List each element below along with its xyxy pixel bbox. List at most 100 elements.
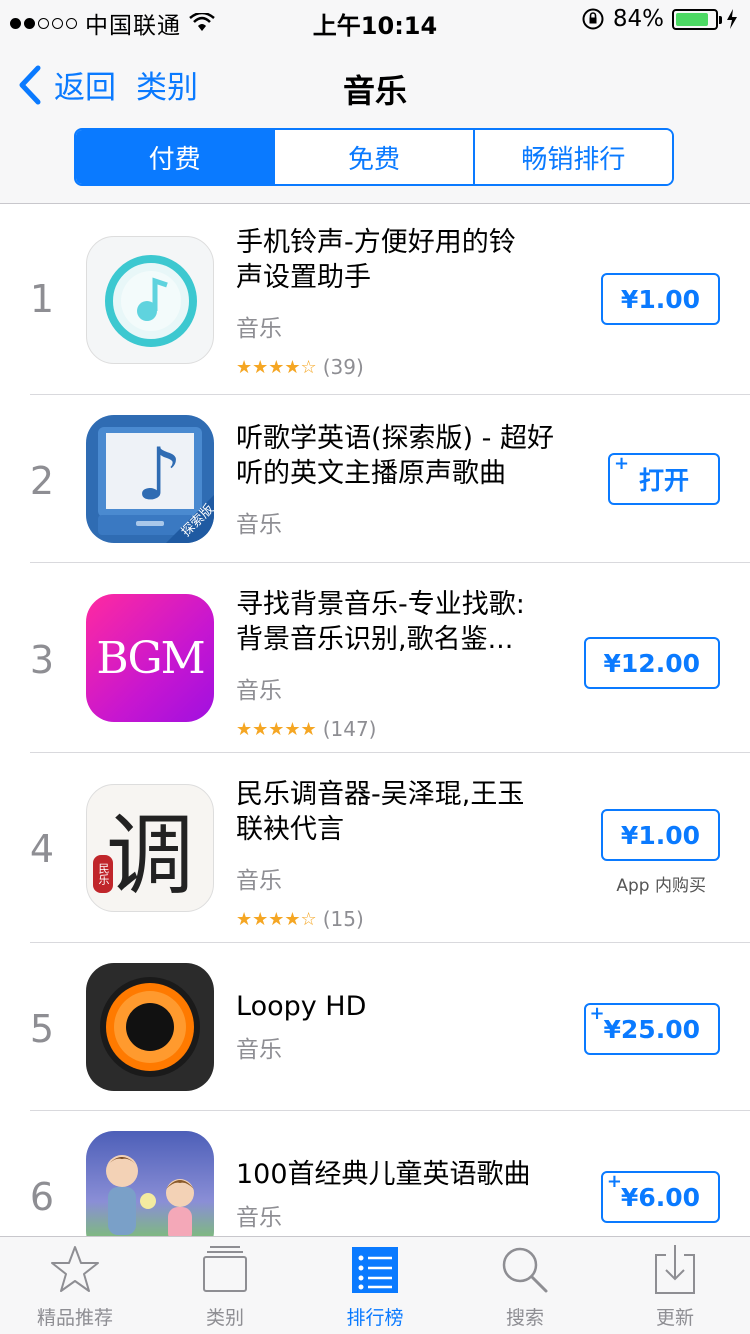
app-title-line2: 听的英文主播原声歌曲	[236, 458, 506, 489]
rating-stars: ★★★★☆	[236, 908, 317, 930]
search-icon	[502, 1247, 548, 1293]
tab-updates[interactable]: 更新	[600, 1237, 750, 1334]
list-item[interactable]: 1 手机铃声-方便好用的铃 声设置助手 音乐 ★★★★☆ (39) ¥1.00	[0, 205, 750, 395]
app-title-line1: 听歌学英语(探索版) - 超好	[236, 423, 554, 454]
app-title: 听歌学英语(探索版) - 超好 听的英文主播原声歌曲	[236, 421, 576, 491]
top-charts-icon	[352, 1247, 398, 1293]
app-icon-kids-songs[interactable]	[86, 1131, 214, 1236]
price-label: ¥12.00	[603, 648, 700, 678]
app-title: 手机铃声-方便好用的铃 声设置助手	[236, 225, 576, 295]
rating-stars: ★★★★☆	[236, 356, 317, 378]
app-category: 音乐	[236, 1205, 282, 1231]
app-title-line1: 100首经典儿童英语歌曲	[236, 1159, 531, 1190]
rating-stars: ★★★★★	[236, 718, 317, 740]
svg-text:♪: ♪	[136, 432, 182, 516]
seal-stamp: 民乐	[93, 855, 113, 893]
categories-icon	[203, 1246, 247, 1292]
list-item[interactable]: 5 Loopy HD 音乐 + ¥25.00	[0, 943, 750, 1111]
rating-count: (147)	[322, 717, 377, 741]
app-category: 音乐	[236, 512, 282, 538]
price-button[interactable]: ¥12.00	[583, 637, 720, 689]
list-item[interactable]: 4 调 民乐 民乐调音器-吴泽琨,王玉 联袂代言 音乐 ★★★★☆ (15) ¥…	[0, 753, 750, 943]
icon-text: 调	[105, 803, 194, 907]
tab-bar: 精品推荐 类别 排行榜 搜索 更新	[0, 1236, 750, 1334]
status-right: 84%	[581, 6, 738, 32]
segment-paid[interactable]: 付费	[76, 130, 276, 184]
tab-label: 更新	[655, 1307, 694, 1329]
app-icon-loopy[interactable]	[86, 963, 214, 1091]
tab-top-charts[interactable]: 排行榜	[300, 1237, 450, 1334]
plus-icon: +	[614, 453, 630, 474]
in-app-purchase-note: App 内购买	[616, 876, 706, 896]
app-info: 民乐调音器-吴泽琨,王玉 联袂代言 音乐 ★★★★☆ (15)	[236, 777, 576, 931]
rank-number: 3	[29, 638, 55, 682]
loop-ring-icon	[100, 977, 200, 1077]
rating-count: (15)	[322, 907, 364, 931]
app-icon-tuner[interactable]: 调 民乐	[86, 784, 214, 912]
icon-text: BGM	[96, 632, 205, 684]
charging-bolt-icon	[727, 9, 737, 29]
page-title: 音乐	[342, 72, 407, 110]
segment-top-grossing[interactable]: 畅销排行	[474, 130, 672, 184]
price-label: ¥25.00	[603, 1014, 700, 1044]
list-item[interactable]: 2 ♪ 探索版 听歌学英语(探索版) - 超好 听的英文主播原声歌曲 音乐 + …	[0, 395, 750, 563]
tab-featured[interactable]: 精品推荐	[0, 1237, 150, 1334]
price-button[interactable]: ¥1.00	[600, 273, 720, 325]
music-note-circle-icon	[105, 255, 197, 347]
app-icon-bgm[interactable]: BGM	[86, 594, 214, 722]
app-title: Loopy HD	[236, 989, 576, 1024]
app-title-line2: 声设置助手	[236, 262, 371, 293]
tab-label: 排行榜	[346, 1307, 404, 1329]
app-title-line2: 联袂代言	[236, 814, 344, 845]
price-button[interactable]: ¥1.00	[600, 809, 720, 861]
app-icon-english-songs[interactable]: ♪ 探索版	[86, 415, 214, 543]
children-illustration-icon	[106, 1155, 194, 1236]
rating-count: (39)	[322, 355, 364, 379]
open-button[interactable]: + 打开	[608, 453, 720, 505]
list-item[interactable]: 6 100首经典儿童英语歌曲 音乐 + ¥6.00	[0, 1111, 750, 1236]
battery-percent: 84%	[612, 6, 664, 32]
app-title-line1: 民乐调音器-吴泽琨,王玉	[236, 779, 525, 810]
app-title-line1: 手机铃声-方便好用的铃	[236, 227, 516, 258]
rank-number: 2	[29, 459, 55, 503]
app-info: 手机铃声-方便好用的铃 声设置助手 音乐 ★★★★☆ (39)	[236, 225, 576, 379]
tab-label: 搜索	[505, 1307, 544, 1329]
price-label: ¥6.00	[620, 1182, 700, 1212]
app-title-line2: 背景音乐识别,歌名鉴...	[236, 624, 514, 655]
app-category: 音乐	[236, 868, 282, 894]
rating: ★★★★☆ (15)	[236, 907, 576, 931]
plus-icon: +	[589, 1003, 605, 1024]
segmented-control: 付费 免费 畅销排行	[74, 128, 674, 186]
tab-search[interactable]: 搜索	[450, 1237, 600, 1334]
app-list: 1 手机铃声-方便好用的铃 声设置助手 音乐 ★★★★☆ (39) ¥1.00	[0, 205, 750, 1236]
price-label: ¥1.00	[620, 820, 700, 850]
app-category: 音乐	[236, 1037, 282, 1063]
status-bar: 中国联通 上午10:14 84%	[0, 0, 750, 40]
tab-label: 类别	[205, 1307, 244, 1329]
price-button[interactable]: + ¥25.00	[583, 1003, 720, 1055]
rank-number: 5	[29, 1007, 55, 1051]
app-icon-ringtone[interactable]	[86, 236, 214, 364]
rating: ★★★★☆ (39)	[236, 355, 576, 379]
app-category: 音乐	[236, 678, 282, 704]
list-item[interactable]: 3 BGM 寻找背景音乐-专业找歌: 背景音乐识别,歌名鉴... 音乐 ★★★★…	[0, 563, 750, 753]
app-title-line1: 寻找背景音乐-专业找歌:	[236, 589, 525, 620]
nav-bar: 返回 类别 音乐 付费 免费 畅销排行	[0, 40, 750, 204]
segment-free[interactable]: 免费	[275, 130, 475, 184]
rank-number: 6	[29, 1175, 55, 1219]
star-icon	[51, 1246, 99, 1292]
tab-categories[interactable]: 类别	[150, 1237, 300, 1334]
app-category: 音乐	[236, 316, 282, 342]
updates-icon	[655, 1245, 695, 1294]
rotation-lock-icon	[582, 8, 604, 30]
rank-number: 4	[29, 827, 55, 871]
price-label: 打开	[638, 466, 689, 495]
battery-icon	[672, 8, 722, 30]
app-info: 听歌学英语(探索版) - 超好 听的英文主播原声歌曲 音乐	[236, 421, 576, 539]
app-title: 寻找背景音乐-专业找歌: 背景音乐识别,歌名鉴...	[236, 587, 576, 657]
app-title: 民乐调音器-吴泽琨,王玉 联袂代言	[236, 777, 576, 847]
app-info: 寻找背景音乐-专业找歌: 背景音乐识别,歌名鉴... 音乐 ★★★★★ (147…	[236, 587, 576, 741]
rating: ★★★★★ (147)	[236, 717, 576, 741]
app-title-line1: Loopy HD	[236, 991, 367, 1022]
price-button[interactable]: + ¥6.00	[600, 1171, 720, 1223]
